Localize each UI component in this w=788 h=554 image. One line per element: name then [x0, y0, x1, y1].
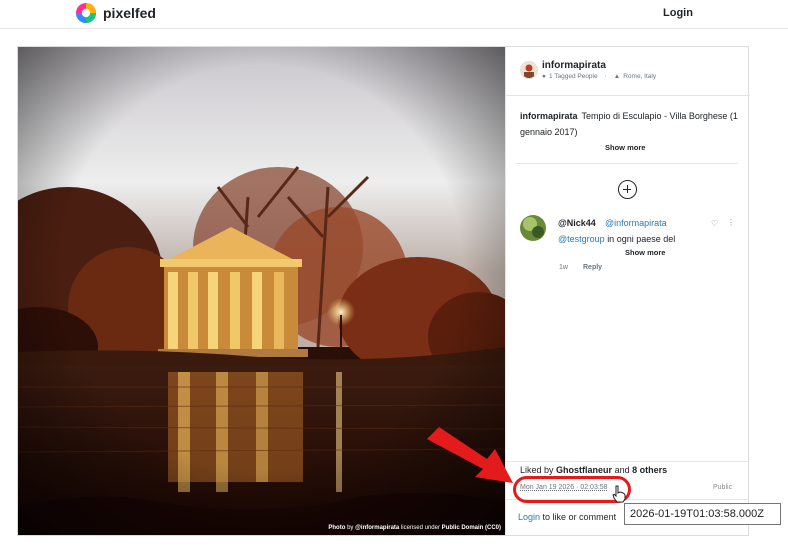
location-icon: ▲	[613, 73, 621, 80]
comment-reply-button[interactable]: Reply	[583, 264, 602, 271]
caption-divider	[516, 163, 738, 164]
tagged-people-icon: ●	[542, 73, 546, 80]
caption-show-more-button[interactable]: Show more	[605, 143, 645, 152]
caption-author[interactable]: informapirata	[520, 111, 578, 121]
post-meta: ● 1 Tagged People · ▲ Rome, Italy	[542, 73, 656, 80]
photo-credit-author[interactable]: @informapirata	[355, 525, 399, 531]
likes-joiner: and	[614, 465, 630, 475]
photo-credit-license-text: licensed under	[400, 525, 440, 531]
timestamp-tooltip: 2026-01-19T01:03:58.000Z	[624, 503, 781, 525]
comment-username[interactable]: @Nick44	[558, 218, 596, 228]
location-link[interactable]: Rome, Italy	[623, 73, 656, 80]
login-link[interactable]: Login	[663, 7, 693, 19]
post-visibility: Public	[713, 484, 733, 491]
comment-mention[interactable]: @informapirata	[605, 218, 667, 228]
likes-summary: Liked by Ghostflaneur and 8 others	[520, 465, 667, 475]
comment-show-more-button[interactable]: Show more	[625, 248, 665, 257]
top-navbar: pixelfed Login	[0, 0, 788, 29]
likes-others[interactable]: 8 others	[632, 465, 667, 475]
login-to-interact-link[interactable]: Login	[518, 512, 540, 522]
meta-separator: ·	[604, 73, 607, 80]
brand[interactable]: pixelfed	[76, 3, 156, 23]
tagged-people-link[interactable]: 1 Tagged People	[549, 73, 598, 80]
add-comment-icon[interactable]	[618, 180, 637, 199]
pixelfed-logo-icon	[76, 3, 96, 23]
red-arrow-annotation-icon	[427, 427, 513, 483]
login-prompt-text: to like or comment	[542, 512, 617, 522]
brand-name: pixelfed	[103, 5, 156, 21]
post-caption: informapirata Tempio di Esculapio - Villa…	[520, 108, 740, 140]
hand-cursor-icon	[612, 485, 626, 503]
login-prompt: Login to like or comment	[518, 512, 616, 522]
comment-avatar-image	[520, 215, 546, 241]
comment-text: @testgroup in ogni paese del	[558, 234, 675, 244]
post-header: informapirata ● 1 Tagged People · ▲ Rome…	[506, 47, 750, 96]
photo-credit: Photo by @informapirata licensed under P…	[328, 525, 501, 531]
author-avatar-image	[521, 62, 537, 78]
comment-more-icon[interactable]: ⋮	[727, 218, 735, 227]
comment-body: in ogni paese del	[607, 234, 676, 244]
post-sidebar: informapirata ● 1 Tagged People · ▲ Rome…	[505, 47, 750, 535]
author-name[interactable]: informapirata	[542, 60, 606, 71]
comment-like-icon[interactable]: ♡	[711, 219, 718, 228]
photo-credit-prefix: Photo	[328, 525, 346, 531]
comment-time: 1w	[559, 264, 568, 271]
likes-divider	[506, 461, 749, 462]
post-card: Photo by @informapirata licensed under P…	[17, 46, 750, 536]
photo-credit-by: by	[347, 525, 354, 531]
author-avatar[interactable]	[520, 61, 538, 79]
likes-prefix: Liked by	[520, 465, 554, 475]
photo-credit-license-name[interactable]: Public Domain (CC0)	[442, 525, 501, 531]
likes-user[interactable]: Ghostflaneur	[556, 465, 612, 475]
comment-avatar[interactable]	[520, 215, 546, 241]
comment-group-mention[interactable]: @testgroup	[558, 234, 605, 244]
